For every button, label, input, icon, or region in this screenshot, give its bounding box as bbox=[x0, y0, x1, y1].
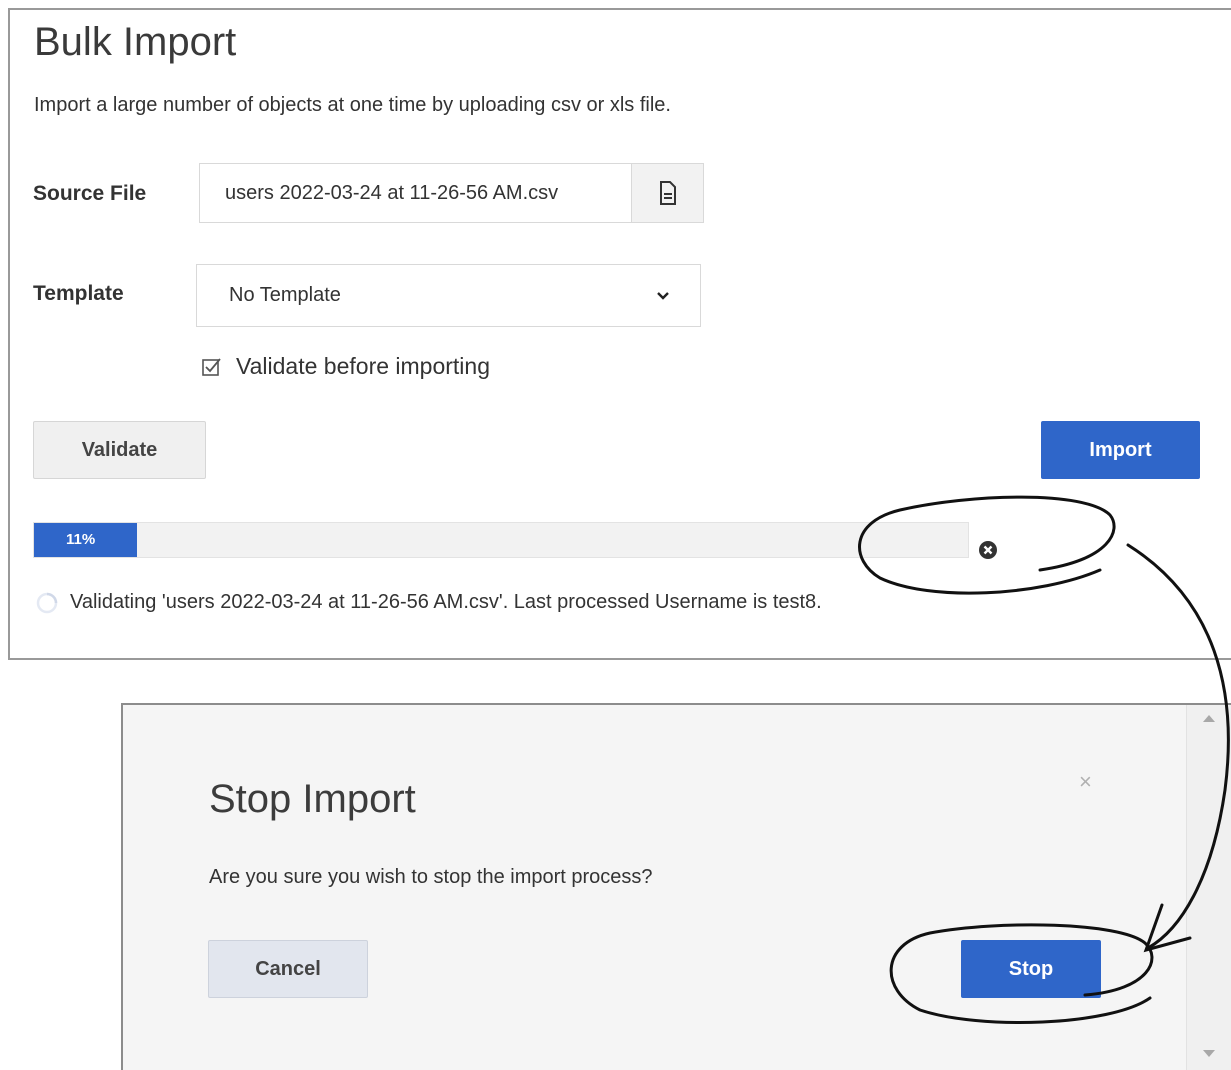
status-text: Validating 'users 2022-03-24 at 11-26-56… bbox=[70, 591, 822, 613]
cancel-button[interactable]: Cancel bbox=[208, 940, 368, 998]
source-file-input[interactable]: users 2022-03-24 at 11-26-56 AM.csv bbox=[199, 163, 631, 223]
stop-button[interactable]: Stop bbox=[961, 940, 1101, 998]
cancel-progress-icon[interactable] bbox=[978, 540, 998, 560]
status-row: Validating 'users 2022-03-24 at 11-26-56… bbox=[36, 591, 822, 614]
validate-checkbox-label: Validate before importing bbox=[236, 353, 490, 379]
validate-checkbox-row[interactable]: Validate before importing bbox=[202, 353, 490, 380]
page-description: Import a large number of objects at one … bbox=[34, 94, 671, 116]
file-icon bbox=[659, 181, 676, 205]
validate-button[interactable]: Validate bbox=[33, 421, 206, 479]
source-file-label: Source File bbox=[33, 182, 147, 205]
template-label: Template bbox=[33, 282, 124, 305]
bulk-import-panel: Bulk Import Import a large number of obj… bbox=[8, 8, 1231, 660]
dialog-message: Are you sure you wish to stop the import… bbox=[209, 866, 653, 888]
progress-percent: 11% bbox=[66, 531, 96, 548]
progress-bar: 11% bbox=[33, 522, 969, 558]
page-title: Bulk Import bbox=[34, 20, 237, 64]
stop-import-dialog: Stop Import × Are you sure you wish to s… bbox=[121, 703, 1231, 1070]
template-select[interactable]: No Template bbox=[196, 264, 701, 327]
dialog-title: Stop Import bbox=[209, 777, 416, 821]
spinner-icon bbox=[36, 592, 58, 613]
scroll-down-icon[interactable] bbox=[1203, 1050, 1215, 1057]
scroll-up-icon[interactable] bbox=[1203, 715, 1215, 722]
import-button[interactable]: Import bbox=[1041, 421, 1200, 479]
close-icon[interactable]: × bbox=[1079, 769, 1092, 795]
dialog-scrollbar[interactable] bbox=[1186, 705, 1231, 1070]
browse-file-button[interactable] bbox=[631, 163, 704, 223]
chevron-down-icon bbox=[656, 265, 670, 326]
template-selected-value: No Template bbox=[229, 284, 341, 306]
checkbox-checked-icon[interactable] bbox=[202, 357, 222, 377]
